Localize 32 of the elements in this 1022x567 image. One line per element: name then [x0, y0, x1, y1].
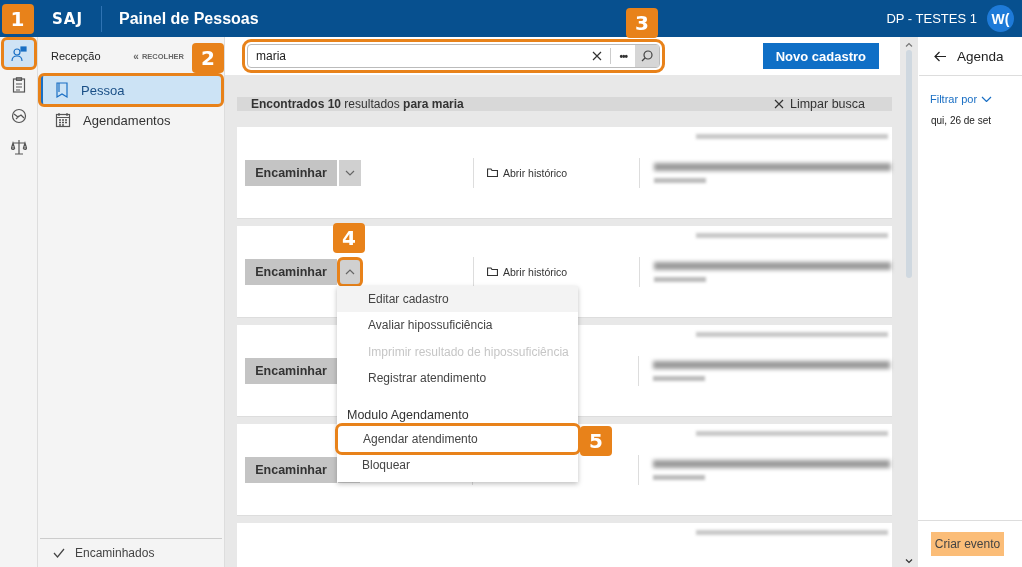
callout-badge: 3 [626, 8, 658, 38]
organization-name: DP - TESTES 1 [886, 11, 977, 26]
forward-button[interactable]: Encaminhar [245, 456, 337, 483]
sidebar-item[interactable]: Pessoa [40, 75, 222, 105]
forward-button[interactable]: Encaminhar [245, 357, 337, 384]
menu-section-header: Modulo Agendamento [346, 406, 470, 424]
menu-item[interactable]: Editar cadastro [337, 285, 578, 312]
filter-dropdown[interactable]: Filtrar por [930, 93, 1022, 105]
new-record-button[interactable]: Novo cadastro [762, 43, 879, 69]
clear-search-button[interactable]: Limpar busca [773, 97, 865, 111]
callout-badge: 4 [333, 222, 365, 253]
forward-button[interactable]: Encaminhar [245, 258, 337, 285]
more-options-button[interactable]: ••• [611, 50, 635, 62]
sidebar-item[interactable]: Agendamentos [40, 105, 222, 135]
callout-badge: 2 [192, 43, 224, 73]
section-title: Recepção [51, 50, 101, 62]
create-event-button[interactable]: Criar evento [931, 532, 1004, 556]
user-avatar[interactable]: W( [987, 5, 1014, 32]
callout-badge: 1 [1, 4, 34, 34]
footer-link[interactable]: Encaminhados [75, 546, 155, 560]
forward-button[interactable]: Encaminhar [245, 159, 337, 186]
history-link[interactable]: Abrir histórico [487, 166, 639, 179]
date-label: qui, 26 de set [931, 115, 993, 126]
menu-item[interactable]: Avaliar hipossuficiência [337, 312, 578, 339]
menu-item[interactable]: Agendar atendimento [338, 425, 578, 452]
results-summary: Encontrados 10 resultados para maria [251, 97, 464, 111]
panel-title: Agenda [957, 48, 1004, 64]
app-logo: SAJ [52, 5, 102, 32]
history-link[interactable]: Abrir histórico [487, 265, 639, 278]
menu-item[interactable]: Registrar atendimento [337, 365, 578, 392]
callout-badge: 5 [580, 425, 612, 456]
page-title: Painel de Pessoas [119, 9, 259, 28]
